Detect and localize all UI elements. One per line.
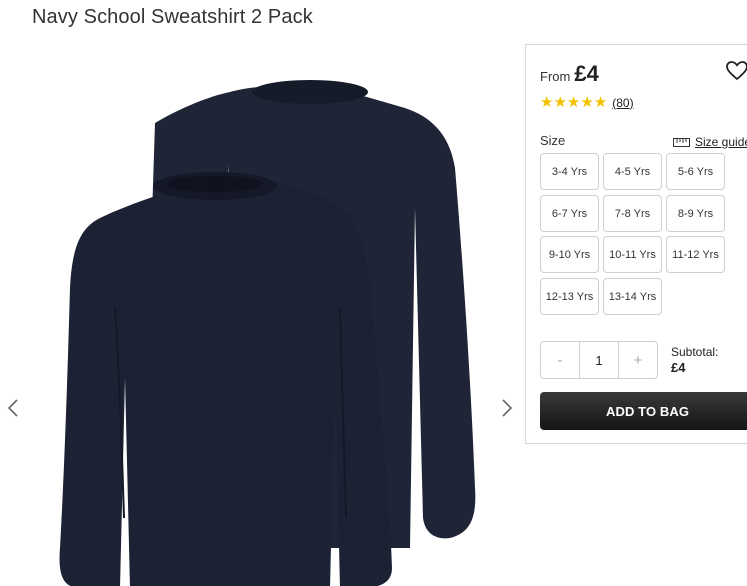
product-title: Navy School Sweatshirt 2 Pack	[32, 6, 313, 28]
size-option-4-5[interactable]: 4-5 Yrs	[603, 153, 662, 190]
rating: ★★★★★ (80)	[540, 95, 634, 110]
subtotal-label: Subtotal:	[671, 345, 719, 359]
size-guide-link[interactable]: Size guide	[673, 135, 747, 149]
rating-stars: ★★★★★	[540, 94, 608, 111]
chevron-left-icon	[7, 399, 18, 417]
size-option-10-11[interactable]: 10-11 Yrs	[603, 236, 662, 273]
size-option-12-13[interactable]: 12-13 Yrs	[540, 278, 599, 315]
size-option-7-8[interactable]: 7-8 Yrs	[603, 195, 662, 232]
size-guide-label: Size guide	[695, 135, 747, 149]
size-option-9-10[interactable]: 9-10 Yrs	[540, 236, 599, 273]
wishlist-button[interactable]	[726, 61, 747, 86]
ruler-icon	[673, 137, 690, 147]
size-option-13-14[interactable]: 13-14 Yrs	[603, 278, 662, 315]
price-row: From £4	[540, 61, 599, 87]
quantity-stepper: - 1 +	[540, 341, 658, 379]
gallery-next-button[interactable]	[496, 392, 518, 424]
size-option-11-12[interactable]: 11-12 Yrs	[666, 236, 725, 273]
chevron-right-icon	[502, 399, 513, 417]
quantity-input[interactable]: 1	[579, 342, 619, 378]
size-label: Size	[540, 133, 566, 148]
add-to-bag-button[interactable]: ADD TO BAG	[540, 392, 747, 430]
quantity-decrease-button[interactable]: -	[541, 342, 579, 378]
product-gallery	[0, 42, 520, 586]
size-option-5-6[interactable]: 5-6 Yrs	[666, 153, 725, 190]
review-count-link[interactable]: (80)	[612, 96, 633, 110]
gallery-prev-button[interactable]	[2, 392, 24, 424]
subtotal-value: £4	[671, 360, 686, 375]
size-option-3-4[interactable]: 3-4 Yrs	[540, 153, 599, 190]
price: £4	[574, 61, 599, 86]
navy-sweatshirt-2-pack-image	[59, 80, 476, 586]
size-option-6-7[interactable]: 6-7 Yrs	[540, 195, 599, 232]
size-option-8-9[interactable]: 8-9 Yrs	[666, 195, 725, 232]
quantity-increase-button[interactable]: +	[619, 342, 657, 378]
from-label: From	[540, 69, 571, 84]
subtotal: Subtotal: £4	[671, 344, 718, 376]
heart-icon	[726, 61, 747, 81]
purchase-panel: From £4 ★★★★★ (80) Size Size guide 3-4 Y…	[525, 44, 747, 444]
